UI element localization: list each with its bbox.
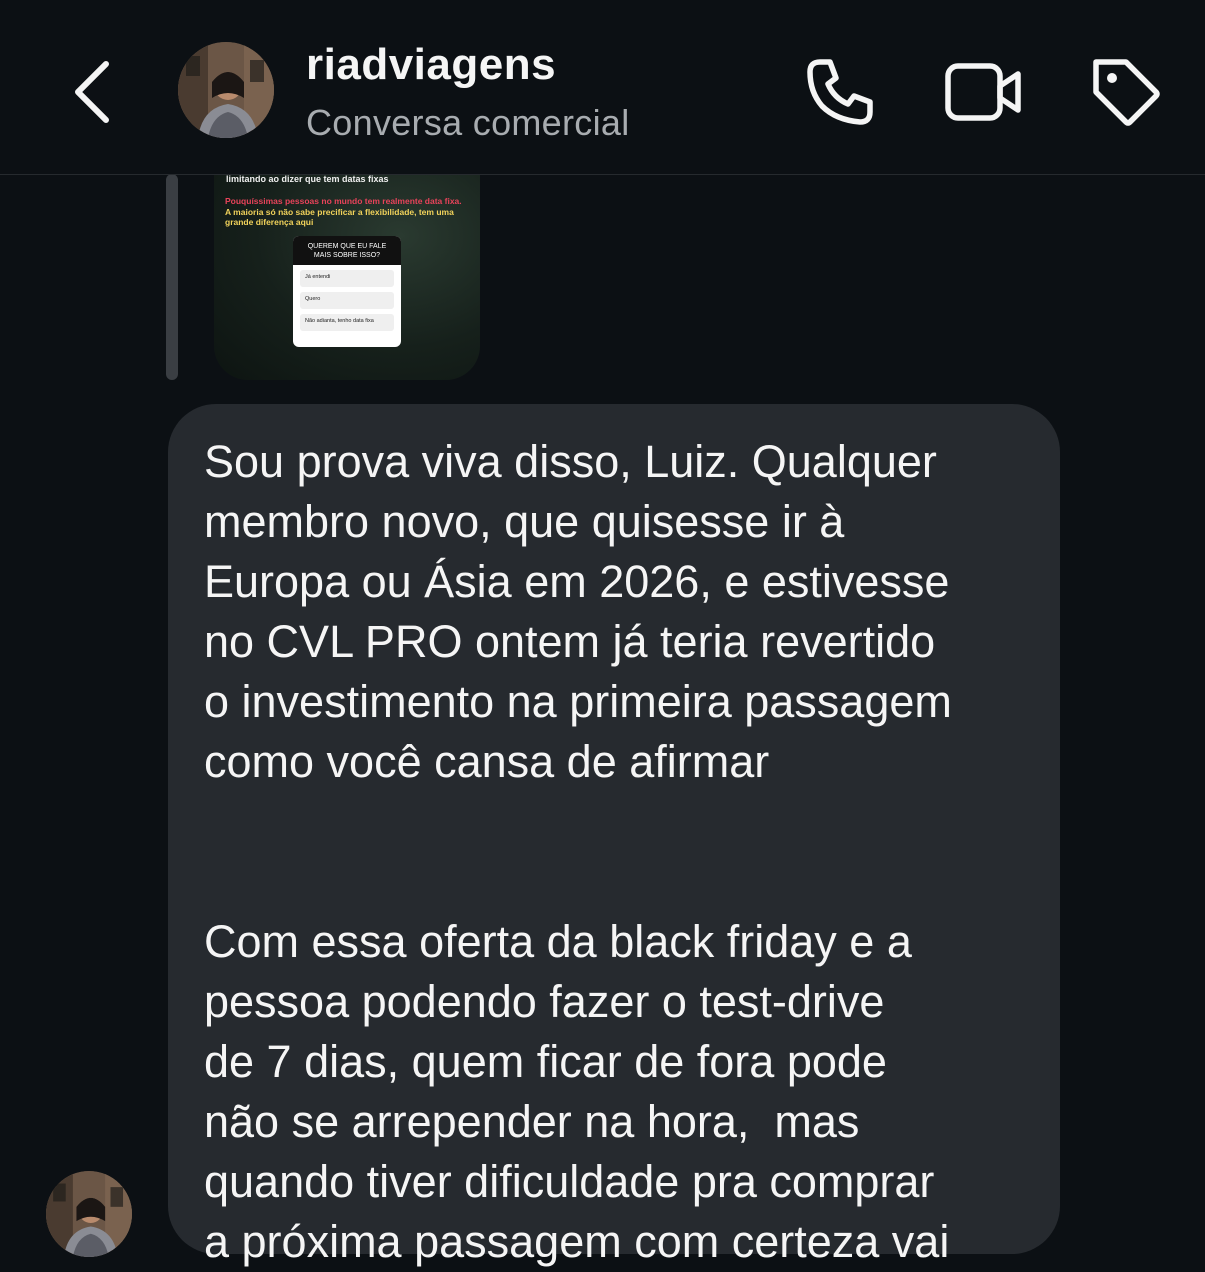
- story-reply-thumbnail[interactable]: limitando ao dizer que tem datas fixas P…: [214, 174, 480, 380]
- poll-option: Não adianta, tenho data fixa: [300, 314, 394, 331]
- phone-icon: [807, 59, 873, 125]
- poll-option: Já entendi: [300, 270, 394, 287]
- tag-icon: [1093, 59, 1160, 126]
- video-camera-icon: [945, 63, 1021, 121]
- contact-subtitle: Conversa comercial: [306, 102, 630, 143]
- label-button[interactable]: [1084, 50, 1168, 134]
- call-button[interactable]: [798, 50, 882, 134]
- chat-header: riadviagens Conversa comercial: [0, 0, 1205, 175]
- sender-avatar[interactable]: [46, 1171, 132, 1257]
- poll-question: QUEREM QUE EU FALE MAIS SOBRE ISSO?: [293, 236, 401, 265]
- back-chevron-icon: [75, 61, 109, 123]
- story-caption-top: limitando ao dizer que tem datas fixas: [226, 174, 389, 184]
- story-caption-yellow: A maioria só não sabe precificar a flexi…: [225, 207, 454, 227]
- reply-thread-line: [166, 174, 178, 380]
- poll-option: Quero: [300, 292, 394, 309]
- contact-avatar[interactable]: [178, 42, 274, 138]
- video-call-button[interactable]: [942, 50, 1026, 134]
- message-text: Sou prova viva disso, Luiz. Qualquer mem…: [204, 436, 952, 1267]
- contact-name[interactable]: riadviagens: [306, 40, 556, 90]
- story-caption-red: Pouquíssimas pessoas no mundo tem realme…: [225, 196, 462, 206]
- story-poll: QUEREM QUE EU FALE MAIS SOBRE ISSO? Já e…: [293, 236, 401, 347]
- back-button[interactable]: [62, 52, 126, 132]
